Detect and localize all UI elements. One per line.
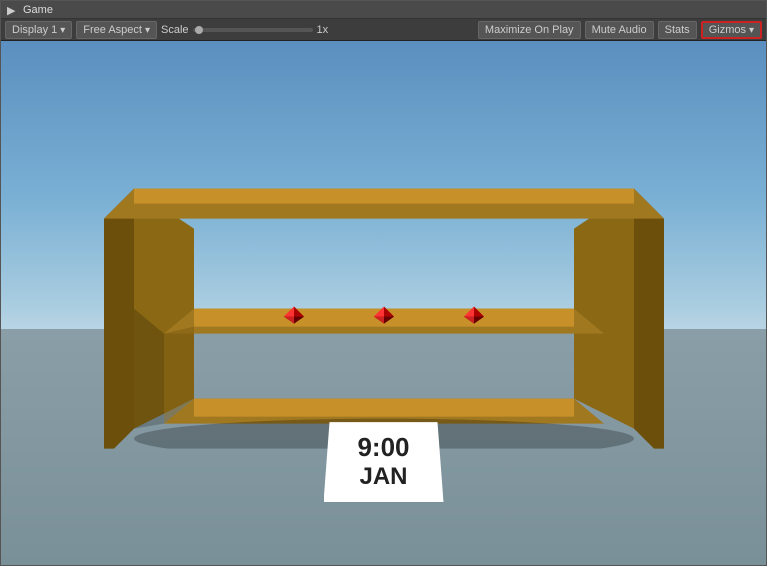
toolbar: Display 1 Free Aspect Scale 1x Maximize … xyxy=(1,19,766,41)
scale-control: Scale 1x xyxy=(161,24,328,36)
title-bar: ▶ Game xyxy=(1,1,766,19)
gizmos-label: Gizmos xyxy=(709,24,746,36)
month-display: JAN xyxy=(354,463,414,492)
scale-label: Scale xyxy=(161,24,189,36)
stats-button[interactable]: Stats xyxy=(658,21,697,39)
scale-slider[interactable] xyxy=(193,28,313,32)
mute-button[interactable]: Mute Audio xyxy=(585,21,654,39)
display-selector[interactable]: Display 1 xyxy=(5,21,72,39)
scale-thumb xyxy=(195,26,203,34)
aspect-selector[interactable]: Free Aspect xyxy=(76,21,157,39)
time-card: 9:00 JAN xyxy=(324,422,444,502)
game-window: ▶ Game Display 1 Free Aspect Scale 1x Ma… xyxy=(0,0,767,566)
display-chevron-icon xyxy=(60,24,65,36)
aspect-label: Free Aspect xyxy=(83,24,142,36)
game-icon: ▶ xyxy=(7,4,19,16)
gizmos-chevron-icon xyxy=(749,24,754,36)
time-display: 9:00 xyxy=(354,432,414,463)
maximize-label: Maximize On Play xyxy=(485,24,574,36)
shelf xyxy=(74,169,694,449)
mute-label: Mute Audio xyxy=(592,24,647,36)
aspect-chevron-icon xyxy=(145,24,150,36)
maximize-button[interactable]: Maximize On Play xyxy=(478,21,581,39)
scale-value: 1x xyxy=(317,24,329,36)
shelf-svg xyxy=(74,169,694,449)
window-title: Game xyxy=(23,4,53,16)
display-label: Display 1 xyxy=(12,24,57,36)
game-viewport: 9:00 JAN xyxy=(1,41,766,565)
stats-label: Stats xyxy=(665,24,690,36)
gizmos-button[interactable]: Gizmos xyxy=(701,21,762,39)
